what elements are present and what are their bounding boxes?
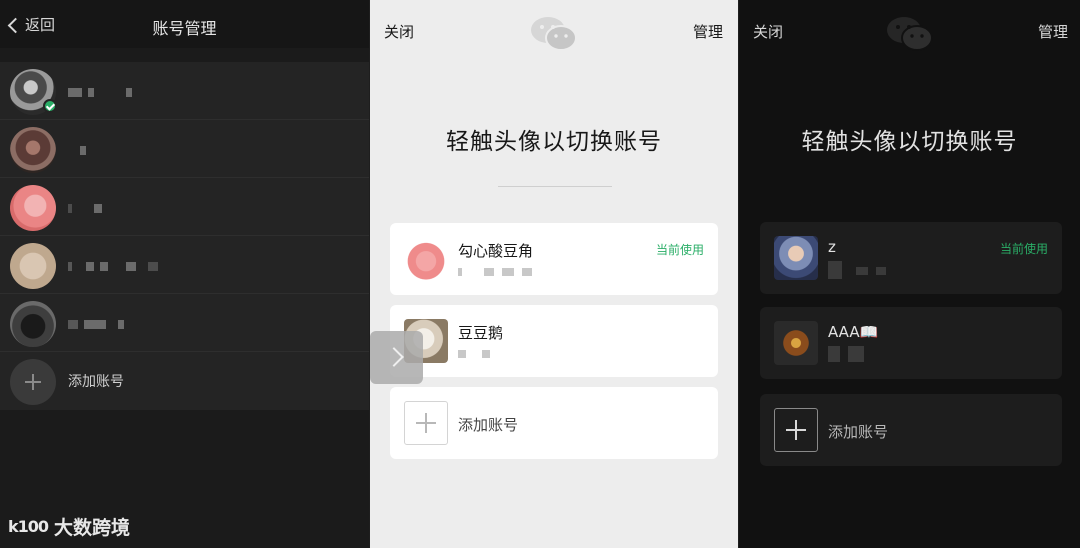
- avatar: [10, 301, 56, 347]
- masked-name: [68, 146, 86, 156]
- close-button[interactable]: 关闭: [753, 21, 783, 42]
- account-name: AAA📖: [828, 323, 879, 341]
- add-account-label: 添加账号: [828, 423, 889, 441]
- avatar[interactable]: [404, 237, 448, 281]
- avatar: [10, 185, 56, 231]
- masked-id: [458, 268, 532, 276]
- account-card[interactable]: 豆豆鹅: [390, 305, 718, 377]
- add-avatar: [10, 359, 56, 405]
- close-button[interactable]: 关闭: [384, 21, 414, 42]
- add-account-label: 添加账号: [458, 416, 519, 434]
- watermark-text: 大数跨境: [54, 517, 131, 539]
- current-status-badge: 当前使用: [655, 243, 704, 257]
- list-item[interactable]: [0, 120, 369, 178]
- avatar: [10, 127, 56, 173]
- page-heading: 轻触头像以切换账号: [446, 129, 662, 155]
- list-item[interactable]: [0, 178, 369, 236]
- add-account-button[interactable]: 添加账号: [390, 387, 718, 459]
- swipe-arrow-button[interactable]: [370, 331, 423, 384]
- current-check-icon: [43, 99, 57, 113]
- divider: [498, 186, 612, 187]
- masked-name: [68, 88, 132, 98]
- masked-name: [68, 262, 158, 272]
- list-item[interactable]: [0, 294, 369, 352]
- add-box: [404, 401, 448, 445]
- chevron-right-icon: [384, 347, 404, 367]
- masked-id: [458, 350, 490, 358]
- account-name: 豆豆鹅: [458, 324, 504, 342]
- account-name: 勾心酸豆角: [458, 242, 534, 260]
- plus-icon: [25, 374, 41, 390]
- masked-name: [68, 320, 124, 330]
- list-item[interactable]: [0, 62, 369, 120]
- current-status-badge: 当前使用: [999, 242, 1048, 256]
- watermark-logo: k100: [8, 517, 49, 536]
- avatar[interactable]: [774, 236, 818, 280]
- watermark: k100 大数跨境: [8, 513, 130, 540]
- wechat-logo-icon: [531, 17, 577, 51]
- account-list: 添加账号: [0, 62, 369, 410]
- add-box: [774, 408, 818, 452]
- masked-name: [68, 204, 102, 214]
- account-card[interactable]: 勾心酸豆角 当前使用: [390, 223, 718, 295]
- add-account-button[interactable]: 添加账号: [0, 352, 369, 410]
- list-item[interactable]: [0, 236, 369, 294]
- avatar[interactable]: [774, 321, 818, 365]
- page-heading: 轻触头像以切换账号: [801, 129, 1018, 155]
- add-account-label: 添加账号: [68, 374, 124, 390]
- account-card[interactable]: AAA📖: [760, 307, 1062, 379]
- account-name: z: [828, 238, 836, 256]
- plus-icon: [416, 413, 436, 433]
- account-card[interactable]: z 当前使用: [760, 222, 1062, 294]
- wechat-logo-icon: [887, 17, 933, 51]
- avatar: [10, 243, 56, 289]
- switch-account-screen-light: 关闭 管理 轻触头像以切换账号 勾心酸豆角 当前使用 豆豆鹅 添加账号: [370, 0, 738, 548]
- nav-bar: 返回 账号管理: [0, 0, 369, 48]
- masked-id: [828, 261, 886, 279]
- plus-icon: [786, 420, 806, 440]
- masked-id: [828, 346, 864, 362]
- manage-button[interactable]: 管理: [1038, 21, 1068, 42]
- account-management-screen: 返回 账号管理 添加账号 k100 大数跨境: [0, 0, 369, 548]
- switch-account-screen-dark: 关闭 管理 轻触头像以切换账号 z 当前使用 AAA📖 添加账号: [739, 0, 1080, 548]
- page-title: 账号管理: [152, 19, 217, 38]
- add-account-button[interactable]: 添加账号: [760, 394, 1062, 466]
- manage-button[interactable]: 管理: [693, 21, 723, 42]
